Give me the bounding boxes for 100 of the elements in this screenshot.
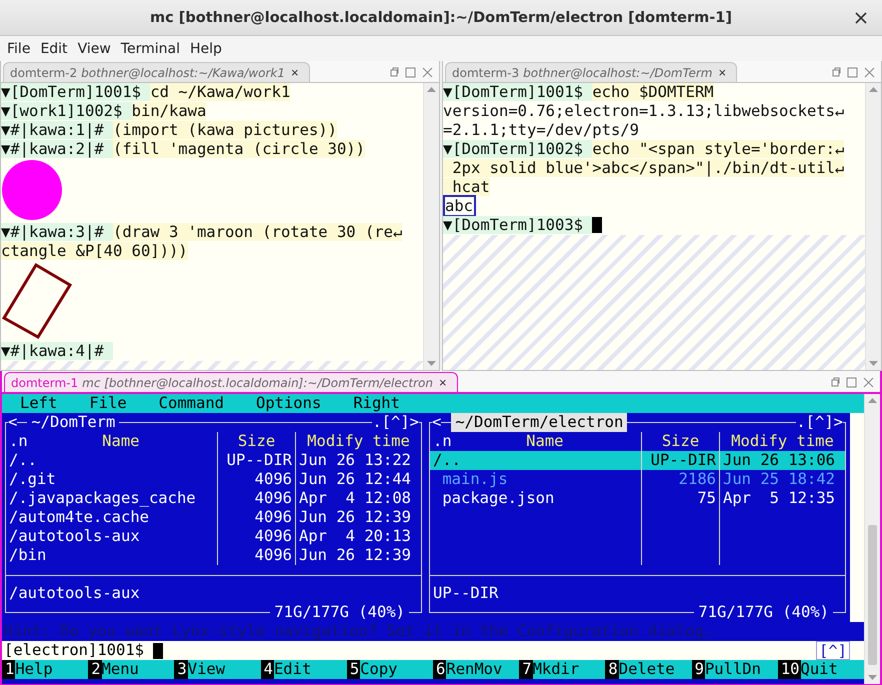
scrollbar-thumb[interactable] [868, 525, 877, 665]
file-name: /autotools-aux [8, 527, 141, 546]
column-header[interactable]: Modify time [731, 432, 834, 451]
menu-item[interactable]: File [73, 394, 143, 413]
file-row[interactable]: package.json 75 Apr 5 12:35 [430, 489, 845, 508]
file-row[interactable]: main.js 2186 Jun 25 18:42 [430, 470, 845, 489]
column-header[interactable]: Name [526, 432, 564, 451]
shell-prompt: ▼[DomTerm]1002$ [443, 140, 592, 158]
file-row[interactable]: /bin 4096 Jun 26 12:39 [6, 546, 421, 565]
command-text: (draw 3 'maroon (rotate 30 (re↵ [112, 223, 402, 241]
restore-icon[interactable] [388, 67, 399, 78]
scroll-up-icon[interactable] [868, 398, 877, 403]
scroll-down-icon[interactable] [868, 675, 877, 680]
scroll-up-icon[interactable] [869, 87, 878, 92]
command-text: echo $DOMTERM [592, 83, 714, 101]
maximize-icon[interactable] [847, 67, 858, 78]
maximize-icon[interactable] [846, 377, 857, 388]
file-row[interactable]: /autotools-aux 4096 Apr 4 20:13 [6, 527, 421, 546]
file-name: /.git [8, 470, 57, 489]
file-size: 2186 [641, 470, 719, 489]
menu-item[interactable]: Command [142, 394, 240, 413]
hint-text: Hint: Do you want Lynx-style navigation? Set it in the Configuration dialog. [3, 622, 714, 641]
menu-item[interactable]: Left [4, 394, 74, 413]
shell-prompt: ▼[work1]1002$ [1, 102, 132, 120]
file-size: 4096 [217, 470, 295, 489]
command-text: echo "<span style='border:↵ [592, 140, 844, 158]
scrollbar[interactable] [864, 394, 880, 684]
tab-close-button[interactable]: × [716, 66, 728, 79]
file-size: 4096 [217, 527, 295, 546]
menu-item[interactable]: Right [337, 394, 416, 413]
command-text: (fill 'magenta (circle 30)) [112, 140, 365, 158]
panel-nav-mark[interactable]: .[^]> [796, 413, 843, 432]
panel-nav-mark[interactable]: .[^]> [372, 413, 419, 432]
restore-icon[interactable] [830, 67, 841, 78]
panel-status: /autotools-aux [8, 584, 141, 603]
file-row[interactable]: /.. UP--DIR Jun 26 13:22 [6, 451, 421, 470]
menu-item[interactable]: Options [240, 394, 338, 413]
file-name: main.js [441, 470, 509, 489]
column-header[interactable]: Size [238, 432, 276, 451]
file-date: Apr 4 12:08 [295, 489, 421, 508]
scroll-down-icon[interactable] [869, 361, 878, 366]
column-header[interactable]: Size [662, 432, 700, 451]
scrollbar[interactable] [423, 83, 439, 370]
file-date: Apr 4 20:13 [295, 527, 421, 546]
file-row[interactable]: /autom4te.cache 4096 Jun 26 12:39 [6, 508, 421, 527]
file-size: 75 [641, 489, 719, 508]
column-header[interactable]: .n [433, 432, 452, 451]
column-header[interactable]: Modify time [307, 432, 410, 451]
scroll-up-icon[interactable] [427, 87, 436, 92]
terminal-tab[interactable]: domterm-3 bothner@localhost:~/DomTerm × [445, 62, 738, 82]
file-row[interactable]: /.git 4096 Jun 26 12:44 [6, 470, 421, 489]
shell-prompt: ▼[DomTerm]1001$ [1, 83, 150, 101]
column-header[interactable]: Name [102, 432, 140, 451]
file-name: /bin [8, 546, 48, 565]
file-size: 4096 [217, 546, 295, 565]
history-button[interactable]: [^] [816, 641, 850, 660]
file-name: /.javapackages_cache [8, 489, 197, 508]
menu-item[interactable]: Help [184, 38, 227, 58]
command-text: hcat [443, 178, 490, 196]
file-name: /.. [8, 451, 38, 470]
file-date: Jun 26 12:39 [295, 508, 421, 527]
file-date: Jun 26 13:22 [295, 451, 421, 470]
file-date: Apr 5 12:35 [719, 489, 845, 508]
file-date: Jun 26 12:44 [295, 470, 421, 489]
terminal-tab[interactable]: domterm-2 bothner@localhost:~/Kawa/work1 × [3, 62, 310, 82]
file-row[interactable]: /.javapackages_cache 4096 Apr 4 12:08 [6, 489, 421, 508]
disk-usage: 71G/177G (40%) [270, 603, 409, 622]
file-size: UP--DIR [641, 451, 719, 470]
file-date: Jun 26 12:39 [295, 546, 421, 565]
scrollbar[interactable] [865, 83, 881, 370]
restore-icon[interactable] [829, 377, 840, 388]
scroll-down-icon[interactable] [427, 361, 436, 366]
tab-close-button[interactable]: × [436, 376, 449, 389]
menu-item[interactable]: Edit [35, 38, 73, 58]
command-text: cd ~/Kawa/work1 [150, 83, 290, 101]
disk-usage: 71G/177G (40%) [694, 603, 833, 622]
output-text: =2.1.1;tty=/dev/pts/9 [443, 121, 639, 139]
shell-prompt: ▼#|kawa:4|# [1, 342, 113, 360]
menu-item[interactable]: View [72, 38, 116, 58]
shell-prompt: ▼[DomTerm]1003$ [443, 216, 592, 234]
file-row[interactable]: /.. UP--DIR Jun 26 13:06 [430, 451, 845, 470]
file-date: Jun 25 18:42 [719, 470, 845, 489]
file-size: 4096 [217, 489, 295, 508]
output-text: version=0.76;electron=1.3.13;libwebsockets↵ [443, 102, 844, 120]
column-header[interactable]: .n [9, 432, 28, 451]
command-text: ctangle &P[40 60]))) [1, 242, 188, 260]
terminal-tab[interactable]: domterm-1 mc [bothner@localhost.localdomain]:~/DomTerm/electron × [4, 372, 458, 392]
file-name: /autom4te.cache [8, 508, 150, 527]
file-size: 4096 [217, 508, 295, 527]
file-size: UP--DIR [217, 451, 295, 470]
command-text: (import (kawa pictures)) [112, 121, 337, 139]
maximize-icon[interactable] [405, 67, 416, 78]
tab-close-button[interactable]: × [289, 66, 301, 79]
menu-item[interactable]: File [2, 38, 36, 58]
shell-prompt: ▼[DomTerm]1001$ [443, 83, 592, 101]
shell-prompt: ▼#|kawa:1|# [1, 121, 113, 139]
menu-item[interactable]: Terminal [116, 38, 185, 58]
file-date: Jun 26 13:06 [719, 451, 845, 470]
file-name: package.json [441, 489, 556, 508]
command-text: bin/kawa [132, 102, 206, 120]
